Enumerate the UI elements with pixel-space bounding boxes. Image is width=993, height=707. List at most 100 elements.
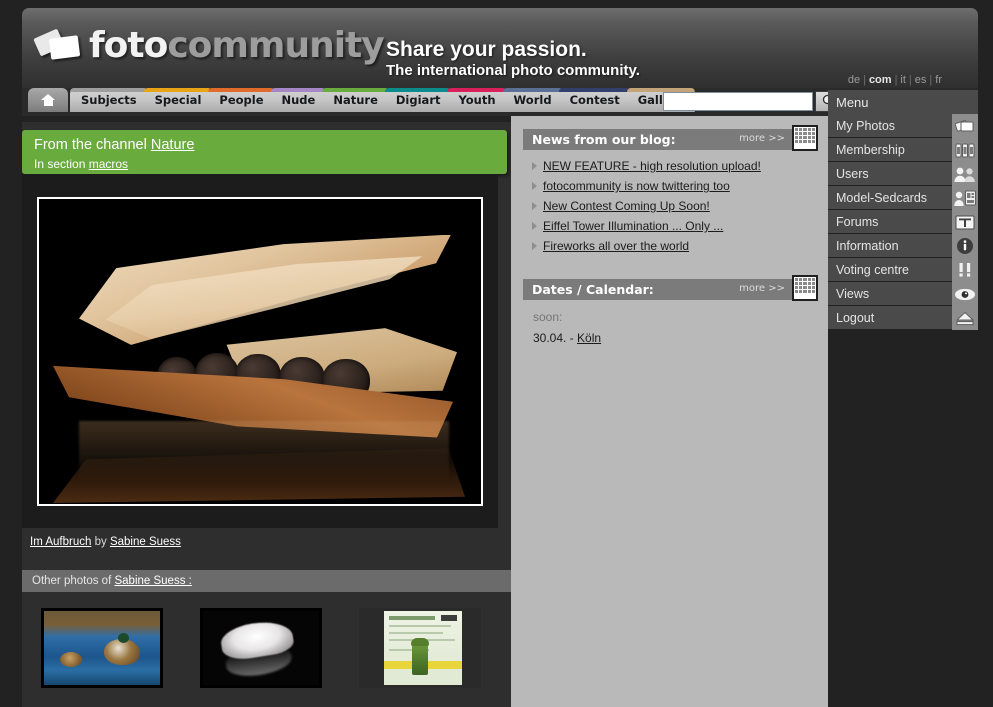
tab-list: Subjects Special People Nude Nature Digiart Yo… (28, 88, 695, 112)
channel-prefix: From the channel (34, 137, 147, 153)
menu-title: Menu (828, 90, 978, 114)
slogan-line-2: The international photo community. (386, 62, 640, 80)
section-prefix: In section (34, 156, 86, 171)
news-item-link[interactable]: Eiffel Tower Illumination ... Only ... (543, 219, 723, 233)
eye-icon (952, 282, 978, 306)
right-menu-column: My Photos Membership Users Model-Sedcards Fo… (828, 114, 978, 707)
slogan-line-1: Share your passion. (386, 38, 587, 61)
tab-home[interactable] (28, 88, 68, 112)
news-list: NEW FEATURE - high resolution upload! fot… (523, 150, 816, 256)
dates-entry-place-link[interactable]: Köln (577, 331, 601, 345)
news-item-link[interactable]: New Contest Coming Up Soon! (543, 199, 710, 213)
language-link-de[interactable]: de (848, 74, 860, 86)
tab-world[interactable]: World (502, 88, 563, 112)
other-photos-author-link[interactable]: Sabine Suess : (114, 575, 191, 587)
dates-panel-header: Dates / Calendar: more >> (523, 275, 818, 301)
news-item: fotocommunity is now twittering too (529, 176, 816, 196)
logo-community: community (167, 25, 384, 66)
menu-item-label: Views (836, 286, 870, 301)
language-link-it[interactable]: it (900, 74, 906, 86)
menu-item-label: Forums (836, 214, 879, 229)
tab-label: Contest (569, 93, 620, 107)
menu-item-forums[interactable]: Forums (828, 210, 978, 234)
info-circle-icon (952, 234, 978, 258)
photo-cards-icon (33, 28, 82, 63)
language-separator: | (908, 74, 912, 86)
tab-label: Nature (333, 93, 378, 107)
calendar-icon[interactable] (792, 125, 818, 151)
calendar-icon[interactable] (792, 275, 818, 301)
thumbnail-feather[interactable] (199, 608, 322, 688)
dates-more-link[interactable]: more >> (739, 283, 785, 294)
tab-label: People (219, 93, 264, 107)
news-item: Eiffel Tower Illumination ... Only ... (529, 216, 816, 236)
other-photos-prefix: Other photos of (32, 575, 112, 587)
thumbnail-ducks[interactable] (40, 608, 163, 688)
dates-panel: Dates / Calendar: more >> soon: 30.04. -… (523, 275, 818, 345)
menu-item-label: Users (836, 166, 869, 181)
language-separator: | (863, 74, 866, 86)
menu-item-my-photos[interactable]: My Photos (828, 114, 978, 138)
news-item-link[interactable]: NEW FEATURE - high resolution upload! (543, 159, 761, 173)
dates-soon-label: soon: (533, 310, 563, 324)
language-separator: | (929, 74, 933, 86)
thumbnail-row (22, 600, 511, 700)
language-link-com[interactable]: com (869, 74, 892, 86)
menu-item-views[interactable]: Views (828, 282, 978, 306)
menu-item-information[interactable]: Information (828, 234, 978, 258)
chevron-right-icon (532, 222, 537, 230)
thumbnail-form[interactable] (358, 608, 481, 688)
news-item: Fireworks all over the world (529, 236, 816, 256)
language-separator: | (894, 74, 898, 86)
thumbnail-cell (22, 600, 181, 696)
channel-banner: From the channel Nature In section macro… (22, 130, 507, 174)
language-link-fr[interactable]: fr (935, 74, 942, 86)
menu-item-users[interactable]: Users (828, 162, 978, 186)
tab-label: Subjects (81, 93, 137, 107)
logo-wordmark: fotocommunity (89, 25, 385, 66)
photos-stack-icon (952, 114, 978, 138)
tab-contest[interactable]: Contest (558, 88, 631, 112)
by-word: by (94, 536, 107, 548)
tab-label: Youth (458, 93, 496, 107)
search-input[interactable] (663, 92, 813, 111)
news-item: NEW FEATURE - high resolution upload! (529, 156, 816, 176)
site-header: fotocommunity Share your passion. The in… (22, 8, 978, 90)
menu-item-membership[interactable]: Membership (828, 138, 978, 162)
site-logo[interactable]: fotocommunity (33, 25, 385, 66)
eject-icon (952, 306, 978, 330)
language-link-es[interactable]: es (915, 74, 927, 86)
news-item-link[interactable]: fotocommunity is now twittering too (543, 179, 730, 193)
news-more-link[interactable]: more >> (739, 133, 785, 144)
menu-item-label: Logout (836, 310, 875, 325)
tab-special[interactable]: Special (143, 88, 213, 112)
tab-nature[interactable]: Nature (322, 88, 389, 112)
news-panel: News from our blog: more >> NEW FEATURE … (523, 125, 818, 256)
photo-author-link[interactable]: Sabine Suess (110, 536, 181, 548)
section-link[interactable]: macros (89, 157, 128, 171)
main-photo[interactable] (37, 196, 483, 506)
middle-column: News from our blog: more >> NEW FEATURE … (511, 116, 828, 707)
thumbnail-cell (181, 600, 340, 696)
photo-stage (22, 174, 498, 528)
tab-subjects[interactable]: Subjects (70, 88, 148, 112)
menu-item-logout[interactable]: Logout (828, 306, 978, 330)
channel-line: From the channel Nature (34, 136, 507, 156)
menu-item-voting-centre[interactable]: Voting centre (828, 258, 978, 282)
menu-item-label: Information (836, 238, 899, 253)
photo-title-link[interactable]: Im Aufbruch (30, 536, 91, 548)
page-root: fotocommunity Share your passion. The in… (0, 0, 993, 707)
tab-youth[interactable]: Youth (447, 88, 507, 112)
news-item-link[interactable]: Fireworks all over the world (543, 239, 689, 253)
dates-entry: 30.04. - Köln (533, 331, 816, 345)
channel-link[interactable]: Nature (151, 137, 195, 153)
tab-people[interactable]: People (208, 88, 275, 112)
tab-nude[interactable]: Nude (270, 88, 327, 112)
logo-foto: foto (89, 25, 168, 66)
chevron-right-icon (532, 162, 537, 170)
menu-item-model-sedcards[interactable]: Model-Sedcards (828, 186, 978, 210)
exclamation-pair-icon (952, 258, 978, 282)
sedcard-icon (952, 186, 978, 210)
tab-digiart[interactable]: Digiart (384, 88, 452, 112)
news-item: New Contest Coming Up Soon! (529, 196, 816, 216)
